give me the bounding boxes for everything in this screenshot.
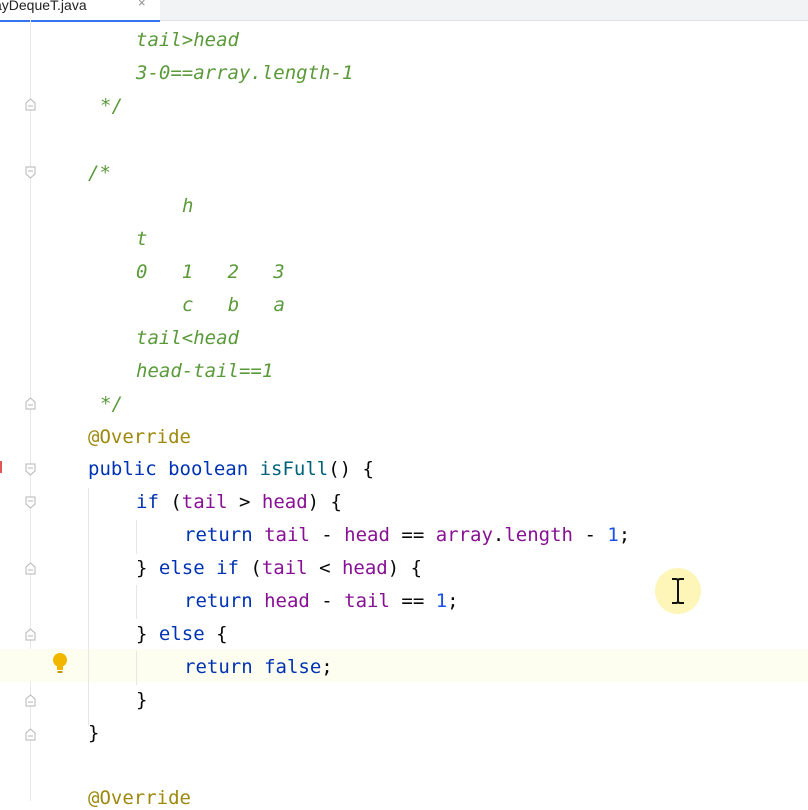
code-line[interactable]: h — [182, 194, 193, 218]
fold-marker-icon[interactable] — [24, 628, 37, 641]
file-tab-title: ayDequeT.java — [0, 0, 87, 13]
code-token: } — [136, 557, 159, 579]
code-token: == — [389, 590, 436, 612]
code-token: h — [182, 195, 194, 217]
code-token: { — [216, 623, 228, 645]
gutter-divider — [30, 20, 31, 801]
code-token: */ — [100, 95, 123, 117]
fold-marker-icon[interactable] — [24, 397, 37, 410]
code-token: ; — [618, 524, 631, 546]
code-token: == — [389, 524, 436, 546]
code-token: head — [344, 524, 390, 546]
code-token: public boolean — [88, 458, 260, 480]
code-token: ; — [447, 590, 459, 612]
file-tab[interactable]: ayDequeT.java × — [0, 0, 160, 22]
code-line[interactable]: 3-0==array.length-1 — [136, 61, 353, 85]
code-token: - — [573, 524, 608, 546]
indent-guide — [136, 585, 137, 619]
code-line[interactable]: tail>head — [136, 28, 239, 52]
fold-marker-icon[interactable] — [24, 463, 37, 476]
code-token: t — [136, 228, 148, 250]
code-token: /* — [88, 162, 111, 184]
code-line[interactable]: } else { — [136, 622, 228, 646]
code-token: 1 — [607, 524, 619, 546]
code-line[interactable]: } else if (tail < head) { — [136, 556, 422, 580]
code-token: > — [227, 491, 262, 513]
code-token: c b a — [182, 294, 285, 316]
code-token: ; — [321, 656, 333, 678]
code-token: tail>head — [136, 29, 239, 51]
code-token: length — [504, 524, 573, 546]
code-token: < — [307, 557, 342, 579]
fold-marker-icon[interactable] — [24, 562, 37, 575]
code-token: tail<head — [136, 327, 239, 349]
code-token: head — [341, 557, 388, 579]
current-line-highlight — [0, 649, 808, 682]
code-token: - — [309, 524, 345, 546]
code-token: @Override — [88, 787, 191, 809]
code-token: } — [88, 722, 100, 744]
code-token: () { — [328, 458, 374, 480]
code-token: head — [261, 491, 308, 513]
code-token: - — [309, 590, 345, 612]
code-line[interactable]: return false; — [184, 655, 333, 679]
code-line[interactable]: return tail - head == array.length - 1; — [184, 523, 630, 547]
code-token: ( — [250, 557, 262, 579]
code-line[interactable]: */ — [100, 392, 123, 416]
code-token: ) { — [387, 557, 423, 579]
close-icon[interactable]: × — [138, 0, 146, 10]
code-token: tail — [344, 590, 390, 612]
fold-marker-icon[interactable] — [24, 728, 37, 741]
code-line[interactable]: */ — [100, 94, 123, 118]
code-line[interactable]: if (tail > head) { — [136, 490, 342, 514]
code-token: return — [184, 590, 265, 612]
code-line[interactable]: return head - tail == 1; — [184, 589, 459, 613]
code-token: return — [184, 524, 265, 546]
code-line[interactable]: t — [136, 227, 147, 251]
change-marker — [0, 461, 2, 473]
code-token: if — [136, 491, 171, 513]
indent-guide — [136, 520, 137, 554]
code-token: } — [136, 689, 148, 711]
fold-marker-icon[interactable] — [24, 98, 37, 111]
indent-guide — [136, 651, 137, 685]
fold-marker-icon[interactable] — [24, 166, 37, 179]
code-line[interactable]: } — [136, 688, 147, 712]
code-token: head — [264, 590, 310, 612]
indent-guide — [88, 488, 89, 726]
code-token: ( — [170, 491, 182, 513]
text-cursor-icon — [669, 577, 687, 605]
code-line[interactable]: public boolean isFull() { — [88, 457, 374, 481]
code-token: @Override — [88, 426, 191, 448]
code-token: else if — [158, 557, 251, 579]
fold-marker-icon[interactable] — [24, 496, 37, 509]
code-line[interactable]: head-tail==1 — [136, 359, 273, 383]
code-token: 0 1 2 3 — [136, 261, 285, 283]
code-token: ) { — [307, 491, 342, 513]
code-token: } — [136, 623, 159, 645]
code-token: 3-0==array.length-1 — [136, 62, 354, 84]
code-token: tail — [261, 557, 308, 579]
code-token: array — [435, 524, 493, 546]
code-token: tail — [264, 524, 310, 546]
code-token: isFull — [259, 458, 329, 480]
code-line[interactable]: tail<head — [136, 326, 239, 350]
code-token: 1 — [435, 590, 448, 612]
code-token: . — [492, 524, 505, 546]
code-token: */ — [100, 393, 123, 415]
code-line[interactable]: 0 1 2 3 — [136, 260, 285, 284]
code-token: head-tail==1 — [136, 360, 274, 382]
code-line[interactable]: } — [88, 721, 99, 745]
code-line[interactable]: @Override — [88, 425, 191, 449]
code-line[interactable]: c b a — [182, 293, 285, 317]
code-token: tail — [181, 491, 228, 513]
code-token: else — [158, 623, 217, 645]
code-line[interactable]: /* — [88, 161, 111, 185]
code-line[interactable]: @Override — [88, 786, 191, 810]
lightbulb-icon[interactable] — [51, 652, 69, 674]
code-token: return false — [184, 656, 322, 678]
editor-tab-bar: ayDequeT.java × — [0, 0, 808, 22]
fold-marker-icon[interactable] — [24, 694, 37, 707]
